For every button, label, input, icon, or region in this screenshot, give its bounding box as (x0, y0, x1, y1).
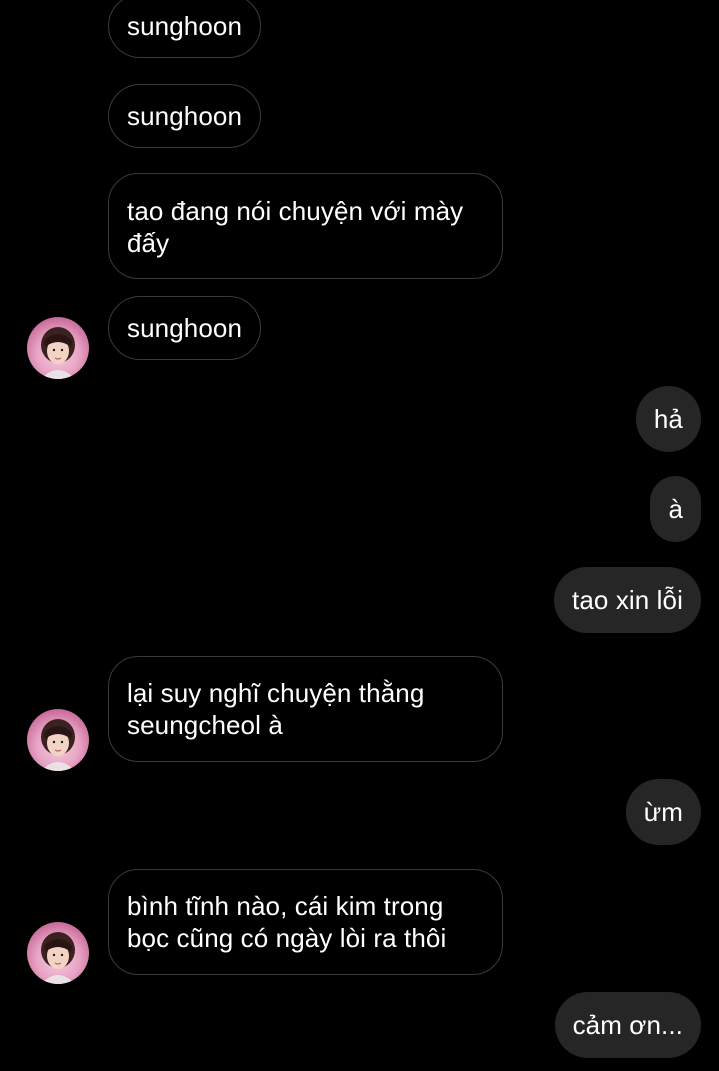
contact-avatar[interactable] (27, 317, 89, 379)
message-bubble-incoming: tao đang nói chuyện với mày đấy (108, 173, 503, 279)
message-bubble-incoming: sunghoon (108, 296, 262, 360)
avatar-portrait-icon (41, 327, 75, 379)
message-bubble-incoming: sunghoon (108, 0, 262, 58)
message-bubble-outgoing: hả (635, 386, 701, 452)
message-bubble-incoming: lại suy nghĩ chuyện thằng seungcheol à (108, 656, 503, 762)
message-bubble-incoming: sunghoon (108, 84, 262, 148)
contact-avatar[interactable] (27, 922, 89, 984)
message-bubble-outgoing: cảm ơn... (554, 992, 701, 1058)
message-bubble-outgoing: ừm (625, 779, 701, 845)
message-bubble-outgoing: à (650, 476, 701, 542)
avatar-portrait-icon (41, 932, 75, 984)
message-bubble-outgoing: tao xin lỗi (554, 567, 701, 633)
message-bubble-incoming: bình tĩnh nào, cái kim trong bọc cũng có… (108, 869, 503, 975)
avatar-portrait-icon (41, 719, 75, 771)
contact-avatar[interactable] (27, 709, 89, 771)
